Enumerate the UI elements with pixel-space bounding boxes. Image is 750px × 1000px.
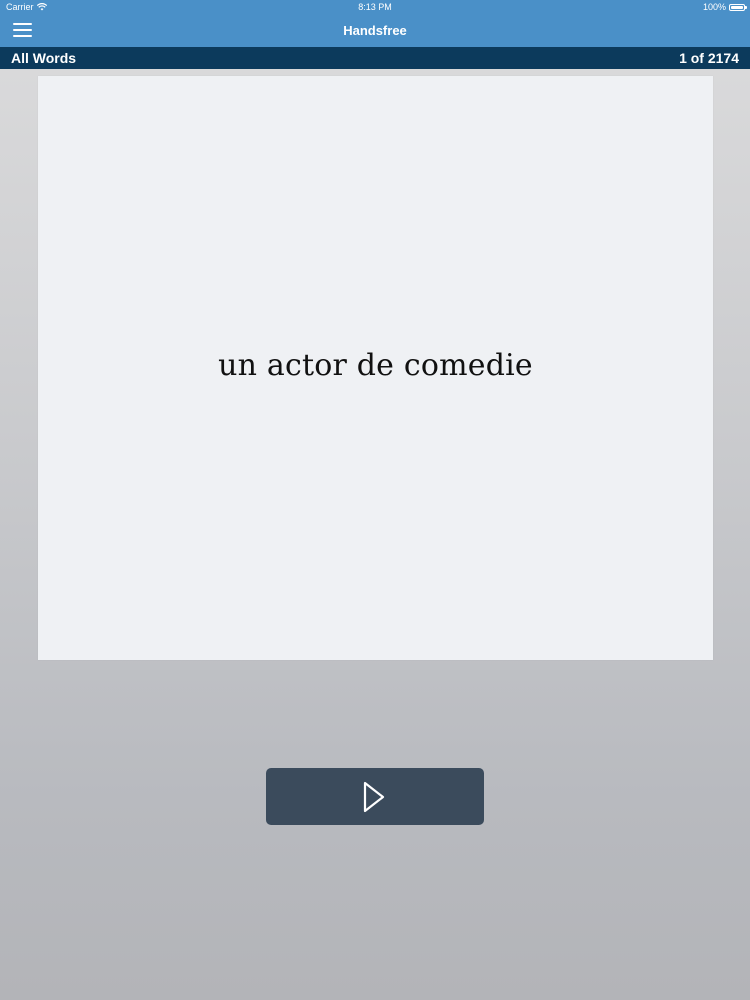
battery-icon [729,3,747,11]
list-bar: All Words 1 of 2174 [0,47,750,69]
play-icon [363,781,385,813]
page-title: Handsfree [343,23,407,38]
play-button[interactable] [266,768,484,825]
status-time: 8:13 PM [358,2,392,12]
flashcard[interactable]: un actor de comedie [38,76,713,660]
card-position: 1 of 2174 [679,50,739,66]
top-bar: Carrier 8:13 PM 100% Handsfree [0,0,750,47]
battery-percent: 100% [702,2,726,12]
flashcard-word: un actor de comedie [218,348,533,383]
list-name: All Words [11,50,77,66]
status-battery: 100% [702,2,747,12]
